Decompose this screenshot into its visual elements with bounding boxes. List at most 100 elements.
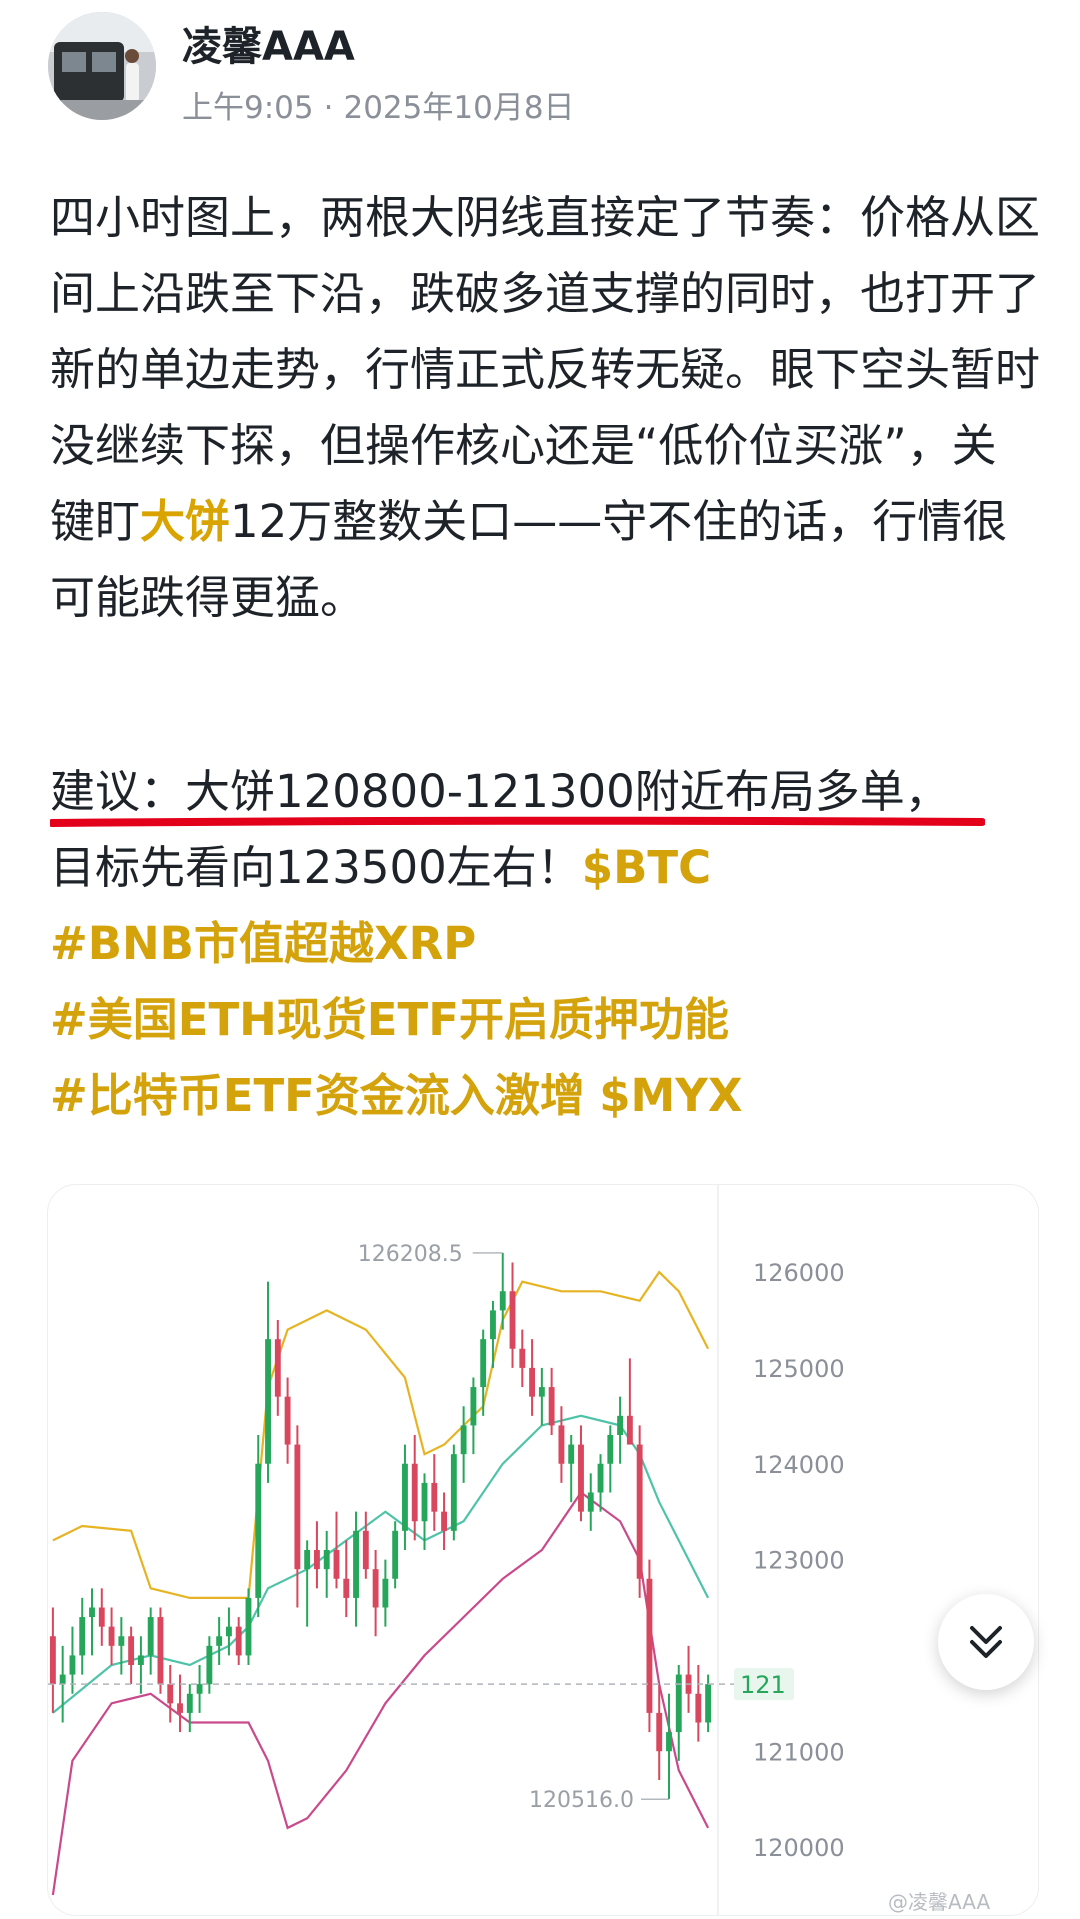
candle-body: [196, 1684, 203, 1694]
y-tick-label: 125000: [753, 1355, 845, 1383]
candle-body: [617, 1415, 624, 1435]
y-tick-label: 126000: [753, 1259, 845, 1287]
chart-watermark: @凌馨AAA: [888, 1890, 991, 1914]
candle-body: [587, 1492, 594, 1512]
candlestick-chart: 126000 125000 124000 123000 121000 120000 121 1…: [48, 1185, 845, 1915]
candle-body: [568, 1444, 575, 1464]
candle-body: [314, 1550, 320, 1570]
candle-body: [235, 1626, 242, 1656]
candle-body: [49, 1636, 56, 1685]
candle-body: [421, 1482, 428, 1522]
candle-body: [597, 1463, 604, 1493]
candle-body: [98, 1607, 105, 1627]
candle-body: [216, 1636, 223, 1646]
candle-body: [167, 1684, 174, 1704]
candle-body: [675, 1674, 682, 1733]
scroll-down-button[interactable]: [938, 1594, 1034, 1690]
candle-body: [392, 1530, 399, 1579]
candle-body: [499, 1291, 506, 1311]
candle-body: [636, 1444, 643, 1579]
candle-body: [558, 1425, 565, 1464]
candle-body: [607, 1435, 614, 1464]
post-date: 2025年10月8日: [343, 90, 575, 126]
candle-body: [548, 1387, 555, 1426]
candle-body: [59, 1674, 66, 1685]
candle-body: [186, 1693, 193, 1713]
candle-body: [69, 1655, 76, 1675]
candle-body: [343, 1578, 350, 1598]
candle-body: [128, 1636, 135, 1665]
candle-body: [89, 1607, 95, 1618]
candle-body: [666, 1732, 672, 1752]
post-time: 上午9:05: [182, 90, 314, 126]
candle-body: [225, 1626, 232, 1637]
candle-body: [362, 1530, 369, 1570]
red-underline: [50, 816, 985, 827]
candle-body: [323, 1550, 330, 1570]
candle-body: [626, 1415, 633, 1445]
candle-body: [695, 1693, 702, 1723]
suggestion-line-1: 建议：大饼120800-121300附近布局多单，: [50, 765, 950, 818]
last-price-label: 121: [740, 1671, 786, 1699]
candle-body: [431, 1482, 438, 1512]
y-tick-label: 121000: [753, 1738, 845, 1766]
lower-band-line: [51, 1490, 710, 1896]
author-name[interactable]: 凌馨AAA: [182, 14, 355, 72]
candle-body: [490, 1310, 496, 1340]
suggestion-line-2: 目标先看向123500左右！: [50, 841, 582, 894]
cashtag-btc[interactable]: $BTC: [582, 841, 711, 894]
post-paragraph-suggestion: 建议：大饼120800-121300附近布局多单， 目标先看向123500左右！…: [50, 754, 1040, 1134]
candle-body: [118, 1636, 125, 1646]
candle-body: [274, 1339, 281, 1397]
avatar[interactable]: [48, 12, 156, 120]
candle-body: [206, 1645, 213, 1685]
candle-body: [441, 1511, 447, 1531]
y-tick-label: 120000: [753, 1834, 845, 1862]
candle-body: [108, 1626, 115, 1646]
candle-body: [705, 1684, 712, 1723]
candle-body: [382, 1578, 389, 1608]
cashtag-myx[interactable]: $MYX: [599, 1069, 742, 1122]
candle-body: [265, 1339, 271, 1464]
y-tick-label: 123000: [753, 1547, 845, 1575]
candle-body: [460, 1425, 467, 1455]
candle-body: [333, 1550, 340, 1579]
candle-body: [538, 1387, 545, 1397]
post-paragraph-analysis: 四小时图上，两根大阴线直接定了节奏：价格从区间上沿跌至下沿，跌破多道支撑的同时，…: [50, 180, 1040, 636]
hashtag-bnb[interactable]: #BNB市值超越XRP: [50, 917, 476, 970]
candle-body: [147, 1617, 154, 1656]
candle-body: [157, 1617, 164, 1685]
candle-body: [519, 1348, 526, 1368]
candle-body: [480, 1339, 487, 1388]
candle-body: [578, 1444, 584, 1512]
candle-body: [79, 1617, 86, 1656]
candle-body: [353, 1530, 359, 1598]
high-price-label: 126208.5: [358, 1242, 463, 1267]
avatar-image: [48, 12, 156, 120]
candle-body: [656, 1712, 663, 1752]
highlight-dabing: 大饼: [140, 495, 231, 548]
candle-body: [177, 1703, 183, 1713]
double-chevron-down-icon: [970, 1626, 1002, 1658]
candle-body: [509, 1291, 516, 1349]
candle-body: [450, 1454, 457, 1531]
candle-body: [255, 1463, 262, 1598]
post-meta: 上午9:05 · 2025年10月8日: [182, 82, 575, 127]
candle-body: [284, 1396, 291, 1445]
hashtag-eth-etf[interactable]: #美国ETH现货ETF开启质押功能: [50, 993, 729, 1046]
candle-body: [304, 1550, 311, 1570]
low-price-label: 120516.0: [529, 1788, 634, 1813]
candle-body: [411, 1463, 418, 1522]
y-tick-label: 124000: [753, 1451, 845, 1479]
price-chart[interactable]: 126000 125000 124000 123000 121000 120000 121 1…: [48, 1185, 1038, 1915]
candle-body: [245, 1597, 252, 1656]
meta-separator: ·: [323, 90, 334, 126]
candle-body: [137, 1655, 144, 1665]
hashtag-btc-etf[interactable]: #比特币ETF资金流入激增: [50, 1069, 585, 1122]
candle-body: [402, 1463, 408, 1531]
candle-body: [646, 1578, 653, 1713]
candle-body: [529, 1367, 536, 1397]
candle-body: [294, 1444, 301, 1570]
candle-body: [372, 1569, 379, 1608]
candle-body: [470, 1387, 477, 1426]
